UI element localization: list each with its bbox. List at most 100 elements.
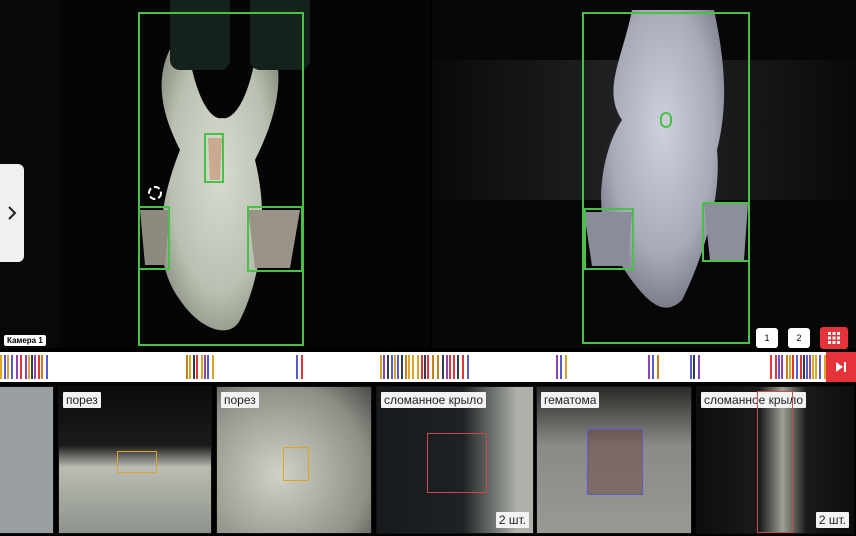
timeline-event-tick xyxy=(796,355,798,379)
timeline-event-tick xyxy=(457,355,459,379)
camera-label: Камера 1 xyxy=(4,335,46,346)
timeline-event-tick xyxy=(565,355,567,379)
timeline-event-tick xyxy=(648,355,650,379)
timeline-event-tick xyxy=(781,355,783,379)
grid-view-button[interactable] xyxy=(820,327,848,349)
chevron-right-icon xyxy=(8,206,17,220)
timeline-event-tick xyxy=(775,355,777,379)
timeline-event-tick xyxy=(652,355,654,379)
timeline-event-tick xyxy=(427,355,429,379)
timeline-event-tick xyxy=(806,355,808,379)
timeline-event-tick xyxy=(196,355,198,379)
timeline-event-tick xyxy=(193,355,195,379)
timeline-event-tick xyxy=(401,355,403,379)
camera-view-left[interactable]: Камера 1 xyxy=(0,0,430,348)
timeline-event-tick xyxy=(11,355,13,379)
rotate-icon[interactable] xyxy=(146,184,164,202)
defect-thumbnail[interactable]: сломанное крыло 2 шт. xyxy=(376,386,534,534)
broken-wing-box xyxy=(427,433,487,493)
camera-view-right[interactable] xyxy=(432,0,856,348)
timeline-event-tick xyxy=(412,355,414,379)
timeline-event-tick xyxy=(301,355,303,379)
timeline-event-tick xyxy=(809,355,811,379)
timeline-event-tick xyxy=(397,355,399,379)
timeline-event-tick xyxy=(690,355,692,379)
defect-count: 2 шт. xyxy=(495,512,529,528)
timeline-event-tick xyxy=(421,355,423,379)
timeline-event-tick xyxy=(408,355,410,379)
timeline-event-tick xyxy=(819,355,821,379)
detection-box-wing-left xyxy=(138,206,170,270)
timeline-event-tick xyxy=(186,355,188,379)
grid-icon xyxy=(828,332,840,344)
timeline-event-tick xyxy=(446,355,448,379)
camera-page-1-button[interactable]: 1 xyxy=(756,328,778,348)
timeline-event-tick xyxy=(0,355,2,379)
defect-label: гематома xyxy=(541,392,600,408)
broken-wing-box xyxy=(757,391,793,533)
timeline-event-tick xyxy=(201,355,203,379)
detection-box-hematoma xyxy=(660,112,672,128)
timeline-event-tick xyxy=(442,355,444,379)
hematoma-box xyxy=(587,429,643,495)
timeline-event-tick xyxy=(778,355,780,379)
timeline-event-tick xyxy=(770,355,772,379)
timeline-event-tick xyxy=(207,355,209,379)
defect-thumbnail[interactable]: сломанное крыло 2 шт. xyxy=(696,386,854,534)
cut-box xyxy=(283,447,309,481)
timeline-event-tick xyxy=(449,355,451,379)
timeline-event-tick xyxy=(387,355,389,379)
timeline-event-tick xyxy=(417,355,419,379)
detection-box-wing-right xyxy=(702,202,750,262)
timeline-event-tick xyxy=(7,355,9,379)
timeline-event-tick xyxy=(467,355,469,379)
defect-label: порез xyxy=(63,392,101,408)
timeline-event-tick xyxy=(46,355,48,379)
timeline-event-tick xyxy=(38,355,40,379)
timeline-event-tick xyxy=(383,355,385,379)
timeline-event-tick xyxy=(20,355,22,379)
timeline-event-tick xyxy=(800,355,802,379)
sidebar-toggle-button[interactable] xyxy=(0,164,24,262)
detection-box-wing-left xyxy=(584,208,634,270)
camera-page-2-button[interactable]: 2 xyxy=(788,328,810,348)
timeline-event-tick xyxy=(4,355,6,379)
timeline-event-tick xyxy=(34,355,36,379)
timeline-event-tick xyxy=(391,355,393,379)
timeline-event-tick xyxy=(437,355,439,379)
timeline-event-tick xyxy=(31,355,33,379)
defect-thumbnail[interactable] xyxy=(0,386,54,534)
cut-box xyxy=(117,451,157,473)
defect-thumbnail-strip: порез порез сломанное крыло 2 шт. гемато… xyxy=(0,382,856,536)
timeline-event-tick xyxy=(462,355,464,379)
timeline-event-tick xyxy=(786,355,788,379)
timeline-end-button[interactable] xyxy=(826,352,856,382)
timeline-event-tick xyxy=(189,355,191,379)
defect-thumbnail[interactable]: порез xyxy=(58,386,212,534)
timeline-event-tick xyxy=(16,355,18,379)
timeline-event-tick xyxy=(792,355,794,379)
defect-thumbnail[interactable]: порез xyxy=(216,386,372,534)
timeline-event-tick xyxy=(25,355,27,379)
timeline-event-tick xyxy=(296,355,298,379)
timeline-event-tick xyxy=(28,355,30,379)
defect-thumbnail[interactable]: гематома xyxy=(536,386,692,534)
timeline-event-tick xyxy=(698,355,700,379)
detection-box-cut xyxy=(204,133,224,183)
defect-count: 2 шт. xyxy=(815,512,849,528)
timeline-event-tick xyxy=(405,355,407,379)
skip-end-icon xyxy=(836,362,846,372)
timeline-event-tick xyxy=(41,355,43,379)
event-timeline[interactable] xyxy=(0,352,826,382)
timeline-event-tick xyxy=(789,355,791,379)
timeline-event-tick xyxy=(394,355,396,379)
defect-label: сломанное крыло xyxy=(381,392,487,408)
timeline-event-tick xyxy=(556,355,558,379)
timeline-event-tick xyxy=(432,355,434,379)
timeline-event-tick xyxy=(560,355,562,379)
detection-box-wing-right xyxy=(247,206,303,272)
timeline-event-tick xyxy=(212,355,214,379)
timeline-event-tick xyxy=(803,355,805,379)
timeline-event-tick xyxy=(812,355,814,379)
timeline-event-tick xyxy=(424,355,426,379)
